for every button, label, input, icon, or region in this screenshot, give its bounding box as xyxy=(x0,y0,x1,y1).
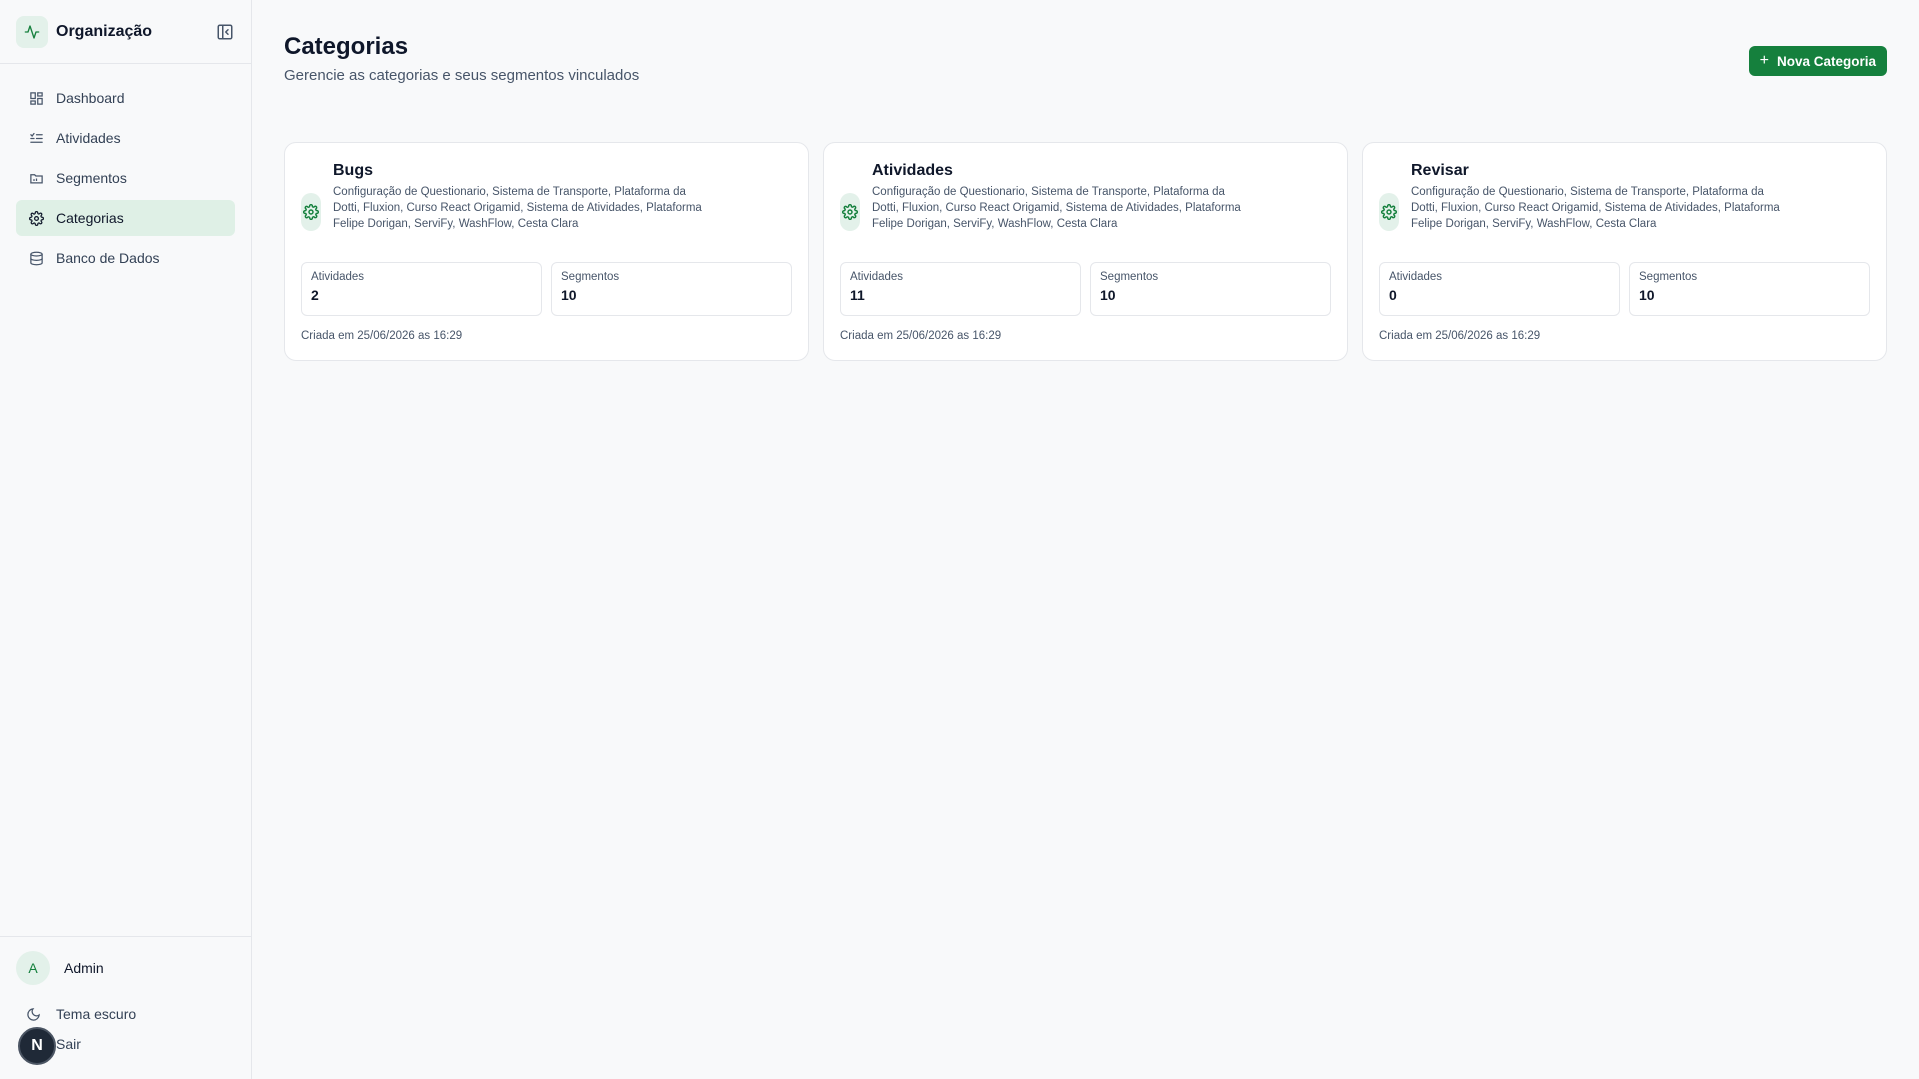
page-subtitle: Gerencie as categorias e seus segmentos … xyxy=(284,67,640,84)
category-segments: Configuração de Questionario, Sistema de… xyxy=(872,186,1241,230)
stat-segmentos: Segmentos 10 xyxy=(1629,262,1870,316)
plus-icon: + xyxy=(1759,52,1769,69)
created-date: Criada em 25/06/2026 as 16:29 xyxy=(840,330,1002,342)
stat-atividades: Atividades 11 xyxy=(840,262,1081,316)
category-name: Revisar xyxy=(1411,162,1469,179)
app: Organização Dashboard Atividades Segment… xyxy=(0,0,1919,1079)
category-cards: Bugs Configuração de Questionario, Siste… xyxy=(284,142,1887,361)
sidebar-item-label: Banco de Dados xyxy=(56,250,160,266)
sidebar-item-atividades[interactable]: Atividades xyxy=(16,120,235,156)
sidebar-item-label: Atividades xyxy=(56,130,121,146)
page-title: Categorias xyxy=(284,33,409,60)
sidebar-item-label: Dashboard xyxy=(56,90,125,106)
logout-label: Sair xyxy=(56,1036,81,1052)
created-date: Criada em 25/06/2026 as 16:29 xyxy=(301,330,463,342)
floating-n-button[interactable]: N xyxy=(18,1027,56,1065)
dashboard-icon xyxy=(28,90,44,106)
page-header: Categorias Gerencie as categorias e seus… xyxy=(284,32,1887,142)
stat-segmentos: Segmentos 10 xyxy=(551,262,792,316)
theme-toggle[interactable]: Tema escuro xyxy=(16,999,235,1029)
gear-icon xyxy=(28,210,44,226)
sidebar-item-dashboard[interactable]: Dashboard xyxy=(16,80,235,116)
org-name: Organização xyxy=(56,22,153,40)
gear-icon xyxy=(301,193,321,231)
sidebar-item-segmentos[interactable]: Segmentos xyxy=(16,160,235,196)
stat-atividades: Atividades 2 xyxy=(301,262,542,316)
created-date: Criada em 25/06/2026 as 16:29 xyxy=(1379,330,1541,342)
category-segments: Configuração de Questionario, Sistema de… xyxy=(333,186,702,230)
gear-icon xyxy=(840,193,860,231)
sidebar: Organização Dashboard Atividades Segment… xyxy=(0,0,252,1079)
category-card[interactable]: Atividades Configuração de Questionario,… xyxy=(823,142,1348,361)
category-card[interactable]: Bugs Configuração de Questionario, Siste… xyxy=(284,142,809,361)
sidebar-nav: Dashboard Atividades Segmentos Categoria… xyxy=(0,64,251,292)
sidebar-item-label: Segmentos xyxy=(56,170,127,186)
stat-atividades: Atividades 0 xyxy=(1379,262,1620,316)
stat-segmentos: Segmentos 10 xyxy=(1090,262,1331,316)
sidebar-header: Organização xyxy=(0,0,251,64)
list-icon xyxy=(28,130,44,146)
sidebar-item-label: Categorias xyxy=(56,210,124,226)
theme-toggle-label: Tema escuro xyxy=(56,1006,137,1022)
new-category-button[interactable]: + Nova Categoria xyxy=(1748,46,1887,76)
new-category-label: Nova Categoria xyxy=(1776,53,1876,69)
activity-icon xyxy=(16,15,48,48)
main-content: Categorias Gerencie as categorias e seus… xyxy=(252,0,1919,1079)
category-segments: Configuração de Questionario, Sistema de… xyxy=(1411,186,1780,230)
folder-icon xyxy=(28,170,44,186)
user-name: Admin xyxy=(64,960,104,976)
sidebar-toggle-icon[interactable] xyxy=(215,22,235,42)
gear-icon xyxy=(1379,193,1399,231)
user-profile[interactable]: A Admin xyxy=(16,951,235,985)
category-card[interactable]: Revisar Configuração de Questionario, Si… xyxy=(1362,142,1887,361)
sidebar-item-categorias[interactable]: Categorias xyxy=(16,200,235,236)
category-name: Atividades xyxy=(872,162,953,179)
database-icon xyxy=(28,250,44,266)
moon-icon xyxy=(26,1006,42,1022)
sidebar-item-banco-de-dados[interactable]: Banco de Dados xyxy=(16,240,235,276)
category-name: Bugs xyxy=(333,162,373,179)
avatar: A xyxy=(16,951,50,985)
